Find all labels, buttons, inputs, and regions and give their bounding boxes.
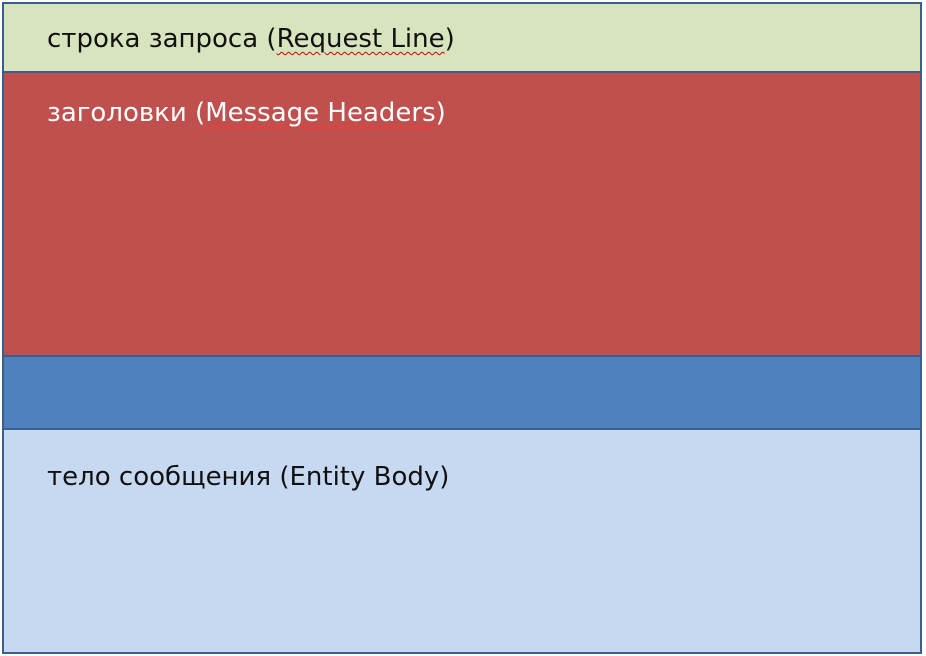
entity-body-label: тело сообщения (Entity Body) <box>47 462 450 492</box>
request-line-block: строка запроса (Request Line) <box>2 2 922 73</box>
message-headers-suffix: ) <box>435 98 446 128</box>
message-headers-block: заголовки (Message Headers) <box>2 71 922 357</box>
request-line-suffix: ) <box>444 24 455 54</box>
empty-line-separator-block <box>2 355 922 430</box>
message-headers-prefix: заголовки ( <box>47 98 206 128</box>
message-headers-term: Message Headers <box>205 98 436 128</box>
request-line-label: строка запроса (Request Line) <box>47 24 455 54</box>
message-headers-label: заголовки (Message Headers) <box>47 98 446 128</box>
http-message-structure-diagram: строка запроса (Request Line) заголовки … <box>0 0 926 656</box>
entity-body-block: тело сообщения (Entity Body) <box>2 428 922 654</box>
request-line-prefix: строка запроса ( <box>47 24 277 54</box>
request-line-term: Request Line <box>276 24 445 54</box>
